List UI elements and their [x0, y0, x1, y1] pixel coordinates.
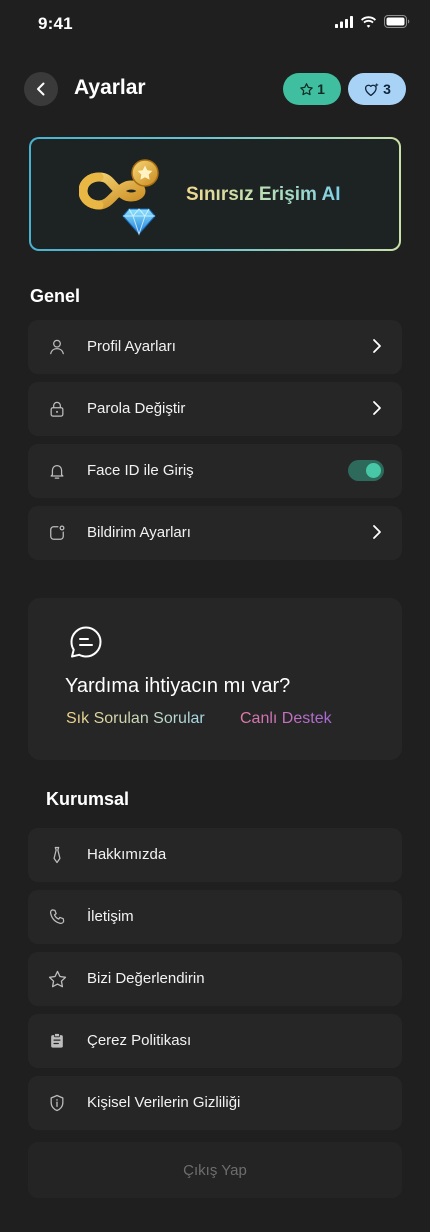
star-icon	[46, 968, 68, 990]
corporate-item-cookie-policy[interactable]: Çerez Politikası	[28, 1014, 402, 1068]
toggle-knob	[366, 463, 381, 478]
bell-icon	[46, 460, 68, 482]
phone-icon	[46, 906, 68, 928]
chevron-left-icon	[37, 82, 45, 96]
corporate-item-privacy[interactable]: Kişisel Verilerin Gizliliği	[28, 1076, 402, 1130]
page-title: Ayarlar	[74, 76, 146, 99]
settings-item-notifications[interactable]: Bildirim Ayarları	[28, 506, 402, 560]
notification-icon	[46, 522, 68, 544]
promo-inner: Sınırsız Erişim AI	[31, 139, 399, 249]
faq-link[interactable]: Sık Sorulan Sorular	[66, 710, 205, 728]
help-card: Yardıma ihtiyacın mı var? Sık Sorulan So…	[28, 598, 402, 760]
corporate-item-label: İletişim	[87, 908, 134, 925]
corporate-item-contact[interactable]: İletişim	[28, 890, 402, 944]
promo-label: Sınırsız Erişim AI	[186, 184, 341, 205]
status-bar: 9:41	[0, 0, 430, 48]
chevron-right-icon	[373, 339, 381, 353]
section-title-corporate: Kurumsal	[46, 789, 130, 809]
heart-credits-badge[interactable]: 3	[348, 73, 406, 105]
live-support-link[interactable]: Canlı Destek	[240, 710, 332, 728]
wifi-icon	[361, 15, 376, 28]
corporate-item-label: Çerez Politikası	[87, 1032, 192, 1049]
status-time: 9:41	[38, 14, 73, 33]
help-title: Yardıma ihtiyacın mı var?	[65, 675, 291, 697]
settings-item-label: Bildirim Ayarları	[87, 524, 191, 541]
settings-item-face-id: Face ID ile Giriş	[28, 444, 402, 498]
logout-button[interactable]: Çıkış Yap	[28, 1142, 402, 1198]
corporate-item-about[interactable]: Hakkımızda	[28, 828, 402, 882]
settings-item-label: Face ID ile Giriş	[87, 462, 194, 479]
chevron-right-icon	[373, 525, 381, 539]
clipboard-icon	[46, 1030, 68, 1052]
corporate-item-rate-us[interactable]: Bizi Değerlendirin	[28, 952, 402, 1006]
unlimited-access-banner[interactable]: Sınırsız Erişim AI	[29, 137, 401, 251]
user-icon	[46, 336, 68, 358]
section-title-general: Genel	[30, 286, 81, 306]
corporate-item-label: Bizi Değerlendirin	[87, 970, 205, 987]
settings-item-label: Profil Ayarları	[87, 338, 176, 355]
shield-icon	[46, 1092, 68, 1114]
status-icons	[335, 15, 410, 28]
lock-icon	[46, 398, 68, 420]
chevron-right-icon	[373, 401, 381, 415]
corporate-item-label: Kişisel Verilerin Gizliliği	[87, 1094, 241, 1111]
settings-item-change-password[interactable]: Parola Değiştir	[28, 382, 402, 436]
settings-item-label: Parola Değiştir	[87, 400, 186, 417]
logout-label: Çıkış Yap	[183, 1161, 247, 1179]
star-count: 1	[317, 81, 325, 97]
tie-icon	[46, 844, 68, 866]
chat-bubble-icon	[70, 626, 102, 658]
star-outline-icon	[300, 82, 313, 95]
heart-count: 3	[383, 81, 391, 97]
back-button[interactable]	[24, 72, 58, 106]
heart-sparkle-icon	[365, 82, 379, 96]
settings-item-profile[interactable]: Profil Ayarları	[28, 320, 402, 374]
header: Ayarlar 1 3	[0, 70, 430, 108]
battery-icon	[384, 15, 410, 28]
signal-icon	[335, 15, 353, 28]
face-id-toggle[interactable]	[348, 460, 384, 481]
corporate-item-label: Hakkımızda	[87, 846, 167, 863]
star-credits-badge[interactable]: 1	[283, 73, 341, 105]
infinity-diamond-icon	[79, 159, 159, 236]
